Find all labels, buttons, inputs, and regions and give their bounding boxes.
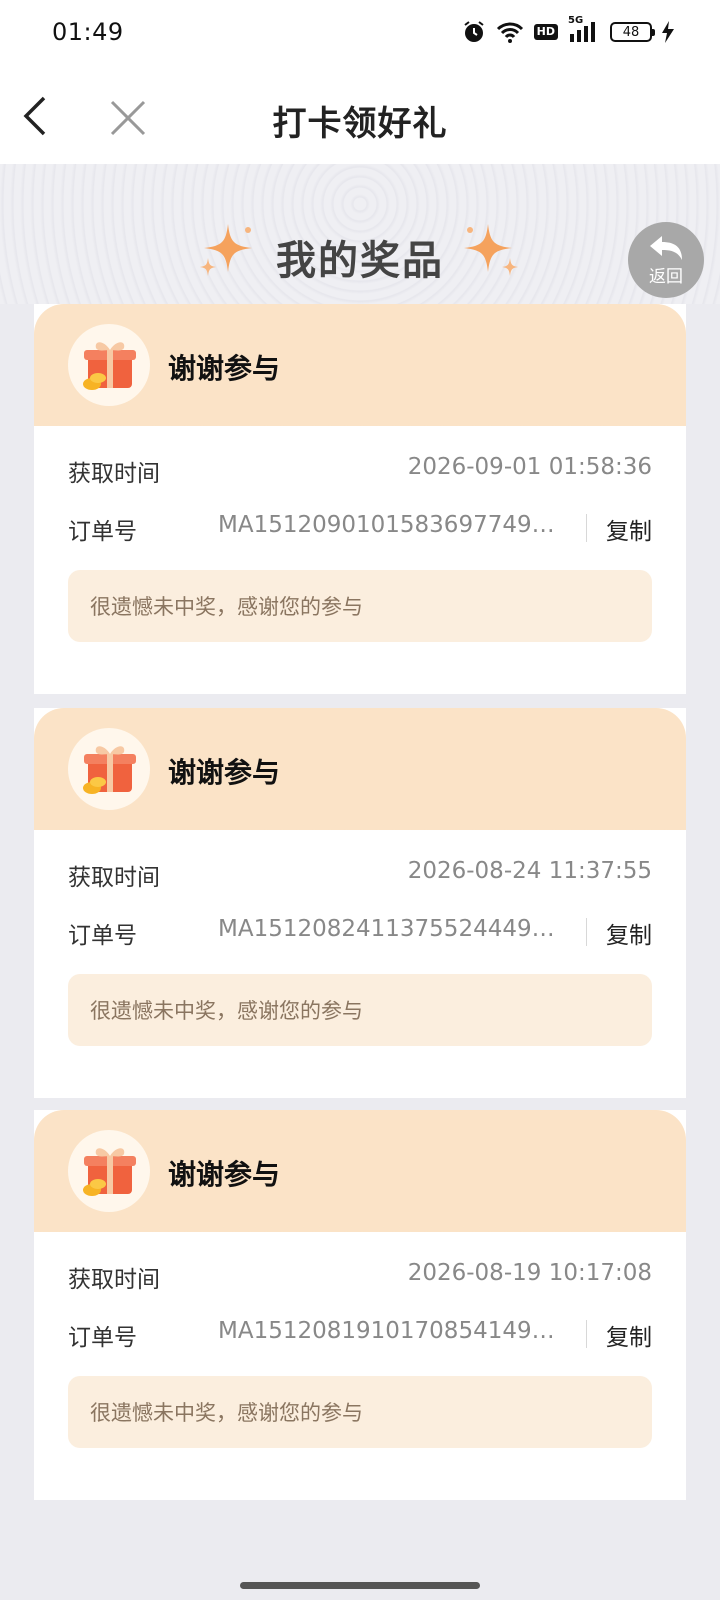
scallop-edge — [34, 824, 686, 836]
order-label: 订单号 — [68, 1325, 137, 1351]
prize-title: 谢谢参与 — [168, 1158, 281, 1191]
prize-title: 谢谢参与 — [168, 352, 281, 385]
divider — [586, 1320, 587, 1348]
time-value: 2026-09-01 01:58:36 — [407, 454, 652, 480]
time-label: 获取时间 — [68, 1267, 160, 1293]
hd-icon: HD — [533, 19, 558, 45]
copy-button[interactable]: 复制 — [606, 1318, 652, 1352]
order-label: 订单号 — [68, 519, 137, 545]
battery-icon: 48 — [610, 19, 655, 45]
status-time: 01:49 — [52, 18, 124, 46]
time-value: 2026-08-19 10:17:08 — [407, 1260, 652, 1286]
result-notice: 很遗憾未中奖，感谢您的参与 — [68, 1376, 652, 1448]
prize-card: 谢谢参与 获取时间 2026-08-24 11:37:55 订单号 MA1512… — [34, 708, 686, 1098]
order-value: MA1512090101583697749631 — [218, 512, 568, 538]
time-label: 获取时间 — [68, 461, 160, 487]
gift-icon — [68, 728, 150, 810]
scallop-edge — [34, 1226, 686, 1238]
alarm-icon — [462, 19, 486, 45]
status-bar: 01:49 HD 5G 48 — [0, 0, 720, 64]
return-arrow-icon — [650, 235, 682, 260]
order-value: MA1512081910170854149331 — [218, 1318, 568, 1344]
copy-button[interactable]: 复制 — [606, 512, 652, 546]
divider — [586, 514, 587, 542]
result-notice: 很遗憾未中奖，感谢您的参与 — [68, 570, 652, 642]
divider — [586, 918, 587, 946]
result-notice: 很遗憾未中奖，感谢您的参与 — [68, 974, 652, 1046]
home-indicator[interactable] — [240, 1582, 480, 1589]
signal-icon: 5G — [568, 15, 600, 45]
sparkle-icon — [464, 224, 518, 276]
nav-bar: 打卡领好礼 — [0, 64, 720, 164]
copy-button[interactable]: 复制 — [606, 916, 652, 950]
prize-header: 我的奖品 返回 — [0, 164, 720, 304]
prize-card: 谢谢参与 获取时间 2026-09-01 01:58:36 订单号 MA1512… — [34, 304, 686, 694]
charging-icon — [662, 19, 674, 45]
order-value: MA1512082411375524449441 — [218, 916, 568, 942]
prize-title: 谢谢参与 — [168, 756, 281, 789]
scallop-edge — [34, 420, 686, 432]
prize-card: 谢谢参与 获取时间 2026-08-19 10:17:08 订单号 MA1512… — [34, 1110, 686, 1500]
wifi-icon — [496, 19, 524, 45]
return-button[interactable]: 返回 — [628, 222, 704, 298]
time-label: 获取时间 — [68, 865, 160, 891]
return-label: 返回 — [649, 266, 683, 287]
time-value: 2026-08-24 11:37:55 — [407, 858, 652, 884]
battery-level: 48 — [610, 22, 655, 42]
gift-icon — [68, 324, 150, 406]
page-title: 打卡领好礼 — [272, 104, 448, 144]
status-icons: HD 5G 48 — [462, 15, 674, 46]
order-label: 订单号 — [68, 923, 137, 949]
gift-icon — [68, 1130, 150, 1212]
prize-section-title: 我的奖品 — [276, 238, 444, 284]
